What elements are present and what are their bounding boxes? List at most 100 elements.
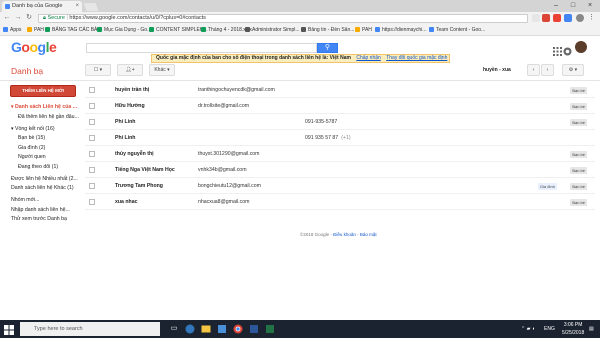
sidebar-item[interactable]: Được liên hệ Nhiều nhất (2... — [11, 176, 78, 182]
table-row[interactable]: Phi Linh 091-935-5787 Bạn bè — [85, 115, 595, 130]
sidebar-item[interactable]: Người quen — [18, 154, 46, 160]
contact-name[interactable]: Trương Tam Phong — [115, 179, 163, 193]
row-checkbox[interactable] — [89, 103, 95, 109]
row-checkbox[interactable] — [89, 87, 95, 93]
table-row[interactable]: Trương Tam Phong bongchieutu12@gmail.com B… — [85, 179, 595, 194]
table-row[interactable]: xua nhac nhacxua8@gmail.com Bạn bè — [85, 195, 595, 210]
minimize-icon[interactable]: – — [548, 0, 564, 12]
excel-icon[interactable] — [264, 322, 276, 336]
bookmark-item[interactable]: PAH — [26, 25, 44, 35]
bookmark-item[interactable]: Bảng tin - Đèn Sân... — [300, 25, 354, 35]
sidebar-item[interactable]: ▾ Vòng kết nối (16) — [11, 126, 55, 132]
add-to-circles-button[interactable]: 👤︎+ — [117, 64, 143, 76]
forward-icon[interactable]: → — [13, 12, 23, 24]
new-contact-button[interactable]: THÊM LIÊN HỆ MỚI — [10, 85, 76, 97]
sidebar-item[interactable]: Đã thêm liên hệ gần đâu... — [18, 114, 79, 120]
table-row[interactable]: Phi Linh 091 935 57 87 (+1) — [85, 131, 595, 146]
apps-grid-icon[interactable] — [553, 43, 562, 56]
action-center-icon[interactable]: ▤ — [589, 320, 594, 338]
word-icon[interactable] — [248, 322, 260, 336]
windows-start-icon[interactable] — [3, 323, 15, 335]
contact-name[interactable]: Phi Linh — [115, 131, 135, 145]
terms-link[interactable]: Điều khoản — [333, 232, 356, 237]
privacy-link[interactable]: Bảo mật — [360, 232, 377, 237]
table-row[interactable]: huyền trần thị tranthingochuyencdk@gmail.… — [85, 83, 595, 98]
google-logo[interactable]: Google — [11, 39, 57, 55]
circle-badge[interactable]: Gia đình — [537, 183, 557, 190]
file-explorer-icon[interactable] — [200, 322, 212, 336]
circle-badge[interactable]: Bạn bè — [570, 119, 587, 126]
notifications-icon[interactable] — [563, 43, 572, 56]
contact-name[interactable]: Tiếng Nga Việt Nam Học — [115, 163, 175, 177]
prev-page-button[interactable]: ‹ — [527, 64, 540, 76]
change-country-link[interactable]: Thay đổi quốc gia mặc định — [386, 55, 447, 61]
row-checkbox[interactable] — [89, 119, 95, 125]
back-icon[interactable]: ← — [2, 12, 12, 24]
settings-button[interactable]: ⚙ ▾ — [562, 64, 584, 76]
new-tab-button[interactable] — [83, 3, 99, 11]
table-row[interactable]: Hữu Hường dr.trollsite@gmail.com Bạn bè — [85, 99, 595, 114]
clock[interactable]: 3:06 PM 5/25/2018 — [562, 321, 584, 338]
contact-name[interactable]: Hữu Hường — [115, 99, 145, 113]
bookmark-item[interactable]: https://dienmaychi... — [374, 25, 426, 35]
taskbar-search-input[interactable]: Type here to search — [20, 322, 160, 336]
language-indicator[interactable]: ENG — [544, 320, 555, 338]
circle-badge[interactable]: Bạn bè — [570, 103, 587, 110]
sidebar-item[interactable]: Thử xem trước Danh bạ — [11, 216, 67, 222]
bookmark-item[interactable]: Administrator Simpl... — [244, 25, 300, 35]
extension-icon[interactable] — [542, 14, 550, 22]
extension-icon[interactable] — [564, 14, 572, 22]
avatar[interactable] — [575, 41, 587, 53]
bookmark-item[interactable]: Mục Gia Dụng - Go... — [96, 25, 151, 35]
search-button[interactable]: ⚲ — [317, 43, 338, 53]
tray-icons[interactable]: ⌃ ▰ ◖ — [521, 320, 535, 338]
sidebar-item[interactable]: Nhóm mới... — [11, 197, 39, 203]
circle-badge[interactable]: Bạn bè — [570, 199, 587, 206]
next-page-button[interactable]: › — [541, 64, 554, 76]
task-view-icon[interactable]: ▭ — [168, 322, 180, 336]
table-row[interactable]: thủy nguyễn thị thuyxt.301290@gmail.com Bạ… — [85, 147, 595, 162]
more-button[interactable]: Khác ▾ — [149, 64, 175, 76]
bookmark-item[interactable]: Apps — [2, 25, 21, 35]
bookmark-item[interactable]: BẢNG TAG CÁC BÀI — [44, 25, 99, 35]
extension-icon[interactable] — [553, 14, 561, 22]
row-checkbox[interactable] — [89, 167, 95, 173]
accept-link[interactable]: Chấp nhận — [356, 55, 380, 61]
bookmark-item[interactable]: CONTENT SIMPLEH... — [148, 25, 208, 35]
row-checkbox[interactable] — [89, 199, 95, 205]
circle-badge[interactable]: Bạn bè — [570, 167, 587, 174]
bookmark-item[interactable]: Team Content - Goo... — [428, 25, 485, 35]
maximize-icon[interactable]: □ — [565, 0, 581, 12]
page-title[interactable]: Danh bạ — [11, 66, 43, 76]
sidebar-item[interactable]: Đang theo dõi (1) — [18, 164, 58, 170]
close-window-icon[interactable]: × — [582, 0, 598, 12]
circle-badge[interactable]: Bạn bè — [570, 87, 587, 94]
bookmark-item[interactable]: PAH — [354, 25, 372, 35]
browser-tab[interactable]: Danh bạ của Google × — [2, 1, 82, 12]
edge-icon[interactable] — [184, 322, 196, 336]
chrome-icon[interactable] — [232, 322, 244, 336]
table-row[interactable]: Tiếng Nga Việt Nam Học vnhk34b@gmail.com B… — [85, 163, 595, 178]
search-input[interactable] — [86, 43, 317, 53]
sidebar-item[interactable]: ▾ Danh sách Liên hệ của ... — [11, 104, 77, 110]
circle-badge[interactable]: Bạn bè — [570, 183, 587, 190]
row-checkbox[interactable] — [89, 183, 95, 189]
star-icon[interactable] — [532, 14, 540, 22]
contact-name[interactable]: huyền trần thị — [115, 83, 149, 97]
row-checkbox[interactable] — [89, 135, 95, 141]
store-icon[interactable] — [216, 322, 228, 336]
contact-name[interactable]: thủy nguyễn thị — [115, 147, 154, 161]
sidebar-item[interactable]: Gia đình (2) — [18, 145, 45, 151]
sidebar-item[interactable]: Danh sách liên hệ Khác (1) — [11, 185, 74, 191]
address-bar[interactable]: 🔒︎ Secure | https://www.google.com/conta… — [38, 14, 528, 23]
circle-badge[interactable]: Bạn bè — [570, 151, 587, 158]
close-tab-icon[interactable]: × — [75, 1, 79, 12]
menu-dots-icon[interactable]: ⋮ — [588, 14, 596, 22]
row-checkbox[interactable] — [89, 151, 95, 157]
contact-name[interactable]: Phi Linh — [115, 115, 135, 129]
sidebar-item[interactable]: Bạn bè (15) — [18, 135, 45, 141]
reload-icon[interactable]: ↻ — [24, 12, 34, 24]
select-checkbox-dropdown[interactable]: ☐ ▾ — [85, 64, 111, 76]
profile-icon[interactable] — [576, 14, 584, 22]
contact-name[interactable]: xua nhac — [115, 195, 138, 209]
